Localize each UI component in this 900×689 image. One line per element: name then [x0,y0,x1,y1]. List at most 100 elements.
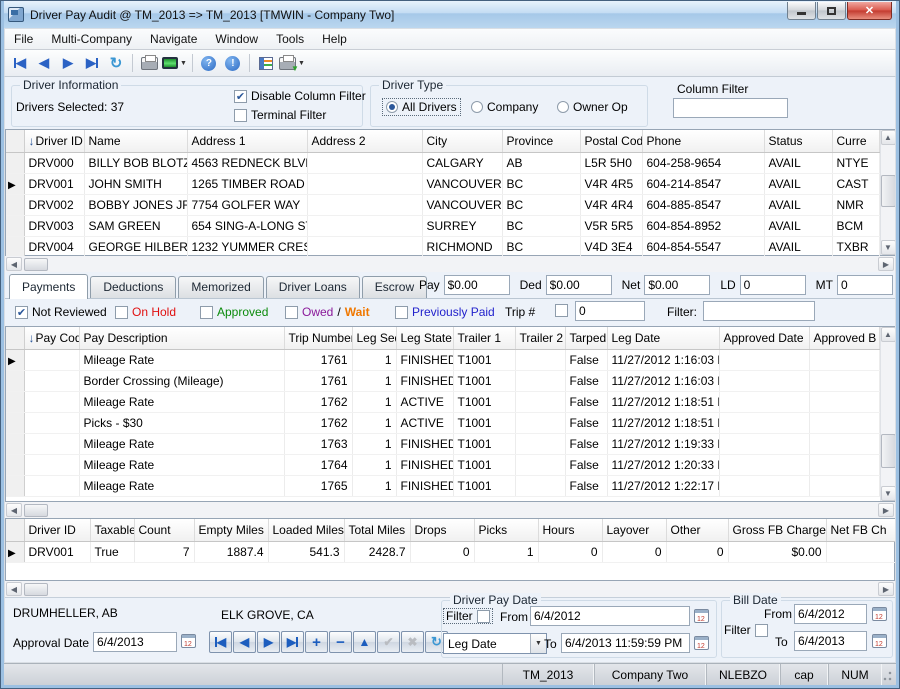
print-button[interactable] [138,52,160,74]
menu-file[interactable]: File [5,29,42,49]
tab-memorized[interactable]: Memorized [178,276,263,298]
row-selector[interactable] [6,391,24,412]
row-selector[interactable]: ▶ [6,349,24,370]
column-header[interactable]: Approved B [809,327,879,349]
nav-delete-button[interactable]: − [329,631,352,653]
row-selector[interactable] [6,454,24,475]
column-header[interactable]: Postal Code [580,130,642,152]
nav-previous-button[interactable]: ◀ [233,631,256,653]
ded-total-field[interactable] [546,275,612,295]
column-header[interactable]: Other [666,519,728,541]
column-header[interactable]: Count [134,519,194,541]
table-row[interactable]: Mileage Rate17631FINISHEDT1001False11/27… [6,433,879,454]
scroll-up-icon[interactable]: ▲ [881,130,896,145]
column-header[interactable]: Total Miles [344,519,410,541]
payments-grid-horizontal-scrollbar[interactable]: ◀ ▶ [5,502,895,518]
column-header[interactable]: Loaded Miles [268,519,344,541]
nav-last-button[interactable]: ▶ [281,631,304,653]
menu-help[interactable]: Help [313,29,356,49]
table-row[interactable]: Mileage Rate17621ACTIVET1001False11/27/2… [6,391,879,412]
scroll-left-icon[interactable]: ◀ [6,503,22,517]
row-selector[interactable] [6,433,24,454]
row-selector[interactable] [6,412,24,433]
pay-total-field[interactable] [444,275,510,295]
next-record-button[interactable]: ▶ [57,52,79,74]
driver-pay-to-input[interactable] [561,633,690,653]
column-header[interactable]: Address 1 [187,130,307,152]
previously-paid-checkbox[interactable]: Previously Paid [395,305,495,319]
nav-insert-button[interactable]: + [305,631,328,653]
help-button[interactable]: ? [198,52,220,74]
first-record-button[interactable]: ◀ [9,52,31,74]
row-selector[interactable] [6,370,24,391]
column-header[interactable]: Drops [410,519,474,541]
date-mode-combo[interactable]: Leg Date ▼ [443,633,547,654]
column-header[interactable]: Leg Seq [352,327,396,349]
column-header[interactable]: ↓Pay Code [24,327,79,349]
bill-to-input[interactable] [794,631,867,651]
nav-post-button[interactable]: ✔ [377,631,400,653]
scroll-left-icon[interactable]: ◀ [6,257,22,271]
column-header[interactable]: Address 2 [307,130,422,152]
nav-first-button[interactable]: ◀ [209,631,232,653]
trip-number-input[interactable] [575,301,645,321]
radio-company[interactable]: Company [471,100,538,114]
scroll-right-icon[interactable]: ▶ [878,257,894,271]
approval-date-input[interactable] [93,632,177,652]
column-filter-input[interactable] [673,98,788,118]
column-header[interactable]: Tarped [565,327,607,349]
monitor-button[interactable]: ▼ [162,52,187,74]
bill-from-calendar-icon[interactable] [872,607,887,621]
column-header[interactable]: Phone [642,130,764,152]
column-header[interactable]: Gross FB Charges [728,519,826,541]
row-selector[interactable] [6,215,24,236]
column-header[interactable]: Net FB Ch [826,519,896,541]
scroll-right-icon[interactable]: ▶ [878,503,894,517]
on-hold-checkbox[interactable]: On Hold [115,305,176,319]
bill-to-calendar-icon[interactable] [872,634,887,648]
column-header[interactable]: Taxable [90,519,134,541]
scrollbar-thumb[interactable] [24,504,48,517]
scroll-down-icon[interactable]: ▼ [881,240,896,255]
column-header[interactable]: Approved Date [719,327,809,349]
column-header[interactable]: Hours [538,519,602,541]
table-row[interactable]: DRV002BOBBY JONES JR.7754 GOLFER WAYVANC… [6,194,879,215]
payments-grid-vertical-scrollbar[interactable]: ▲ ▼ [880,327,896,501]
row-selector[interactable] [6,475,24,496]
info-button[interactable]: ! [222,52,244,74]
tab-driver-loans[interactable]: Driver Loans [266,276,360,298]
row-selector[interactable]: ▶ [6,541,24,562]
table-row[interactable]: Mileage Rate17651FINISHEDT1001False11/27… [6,475,879,496]
ld-total-field[interactable] [740,275,806,295]
menu-navigate[interactable]: Navigate [141,29,206,49]
column-header[interactable]: ↓Driver ID [24,130,84,152]
table-row-selected[interactable]: ▶ DRV001JOHN SMITH1265 TIMBER ROADVANCOU… [6,173,879,194]
restore-button[interactable] [817,2,846,20]
close-button[interactable]: ✕ [847,2,892,20]
column-header[interactable]: Name [84,130,187,152]
driver-grid-horizontal-scrollbar[interactable]: ◀ ▶ [5,256,895,272]
nav-edit-button[interactable]: ▲ [353,631,376,653]
filter-input[interactable] [703,301,815,321]
row-selector[interactable]: ▶ [6,173,24,194]
scrollbar-thumb[interactable] [24,258,48,271]
scroll-up-icon[interactable]: ▲ [881,327,896,342]
tab-payments[interactable]: Payments [9,274,88,299]
column-header[interactable]: Leg State [396,327,453,349]
column-header[interactable]: Province [502,130,580,152]
net-total-field[interactable] [644,275,710,295]
approval-date-calendar-icon[interactable] [181,634,196,648]
bill-date-filter-checkbox[interactable]: Filter [724,623,768,637]
column-header[interactable]: Trailer 2 [515,327,565,349]
menu-tools[interactable]: Tools [267,29,313,49]
menu-window[interactable]: Window [206,29,267,49]
row-selector[interactable] [6,236,24,257]
previous-record-button[interactable]: ◀ [33,52,55,74]
bill-from-input[interactable] [794,604,867,624]
menu-multi-company[interactable]: Multi-Company [42,29,141,49]
resize-grip[interactable] [882,664,896,685]
driver-pay-date-filter-checkbox[interactable]: Filter [444,609,492,623]
terminal-filter-checkbox[interactable]: Terminal Filter [234,108,326,122]
radio-owner-op[interactable]: Owner Op [557,100,628,114]
minimize-button[interactable] [787,2,816,20]
